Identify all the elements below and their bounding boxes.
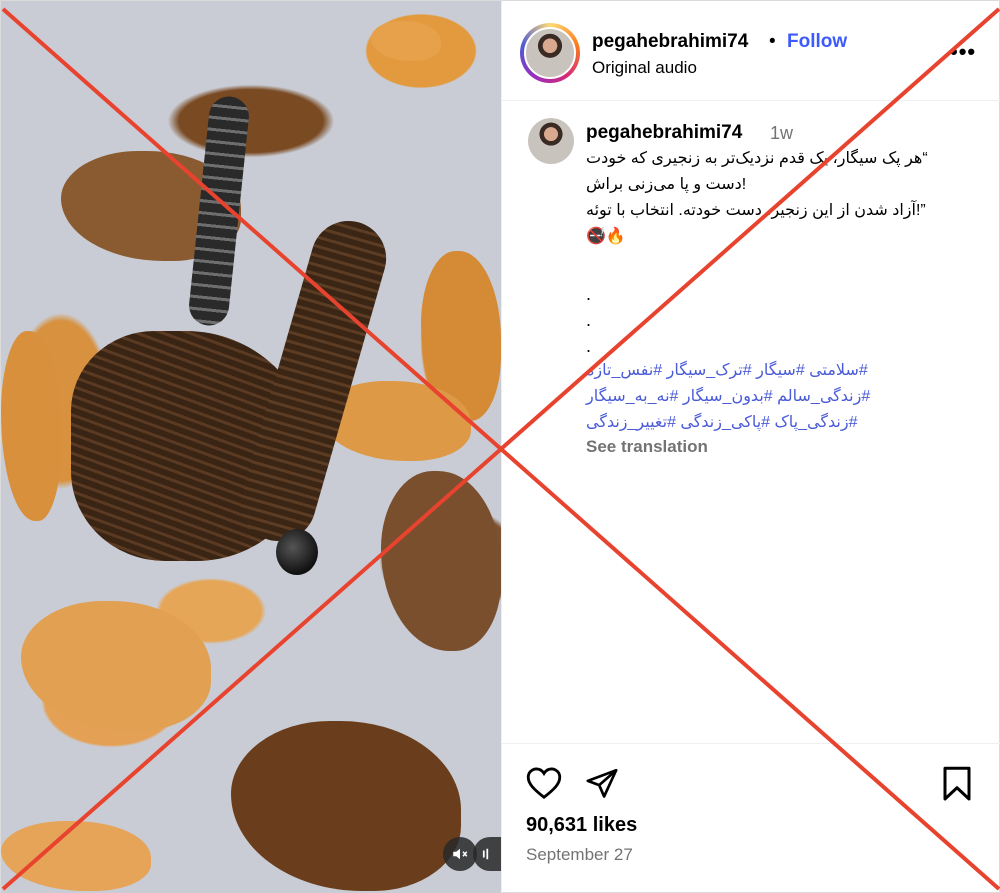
mute-icon [453,848,468,860]
original-audio-link[interactable]: Original audio [592,58,697,78]
follow-button[interactable]: Follow [787,31,847,53]
tobacco-flake [381,471,501,651]
hashtag-line[interactable]: #زندگی_پاک #پاکی_زندگی #تغییر_زندگی [586,410,906,436]
more-options-button[interactable]: ••• [950,39,976,65]
tobacco-flake [371,21,441,61]
hashtag-line[interactable]: #زندگی_سالم #بدون_سیگار #نه_به_سیگار [586,384,906,410]
caption-dot: . [586,284,592,304]
avatar[interactable] [524,27,576,79]
share-icon [586,768,618,798]
save-button[interactable] [942,766,972,802]
caption-dot: . [586,336,592,356]
instagram-post-window: pegahebrahimi74 • Follow Original audio … [0,0,1000,893]
mute-button[interactable] [443,837,477,871]
post-date[interactable]: September 27 [526,845,633,865]
post-caption: “هر پک سیگار، یک قدم نزدیک‌تر به زنجیری … [586,146,976,250]
post-video[interactable] [1,1,501,893]
bookmark-icon [943,766,971,801]
tobacco-flake [231,721,461,891]
caption-dot: . [586,310,592,330]
likes-count[interactable]: 90,631 likes [526,814,637,837]
hashtag-block: #سلامتی #سیگار #ترک_سیگار #نفس_تازه #زند… [586,358,906,436]
caption-line: “هر پک سیگار، یک قدم نزدیک‌تر به زنجیری … [586,150,928,167]
caption-line: ”!آزاد شدن از این زنجیر، دست خودته. انتخ… [586,202,926,219]
larva-head [276,529,318,575]
separator-dot: • [769,31,776,52]
comment-username[interactable]: pegahebrahimi74 [586,122,742,144]
like-button[interactable] [526,766,562,800]
comment-timestamp[interactable]: 1w [770,123,793,144]
share-button[interactable] [584,766,620,800]
action-bar: 90,631 likes September 27 [502,743,1000,893]
heart-icon [526,767,562,800]
audio-icon [482,848,489,860]
caption-emojis: 🚭🔥 [586,228,626,245]
tobacco-flake [21,601,211,731]
tobacco-flake [1,821,151,891]
tobacco-flake [1,331,61,521]
header-username[interactable]: pegahebrahimi74 [592,31,748,53]
caption-line: !دست و پا می‌زنی براش [586,176,747,193]
audio-button[interactable] [473,837,501,871]
post-header: pegahebrahimi74 • Follow Original audio … [502,1,1000,101]
see-translation-link[interactable]: See translation [586,437,708,457]
comment-avatar[interactable] [528,118,574,164]
more-horizontal-icon: ••• [950,39,977,64]
post-sidebar: pegahebrahimi74 • Follow Original audio … [501,1,1000,893]
hashtag-line[interactable]: #سلامتی #سیگار #ترک_سیگار #نفس_تازه [586,358,906,384]
